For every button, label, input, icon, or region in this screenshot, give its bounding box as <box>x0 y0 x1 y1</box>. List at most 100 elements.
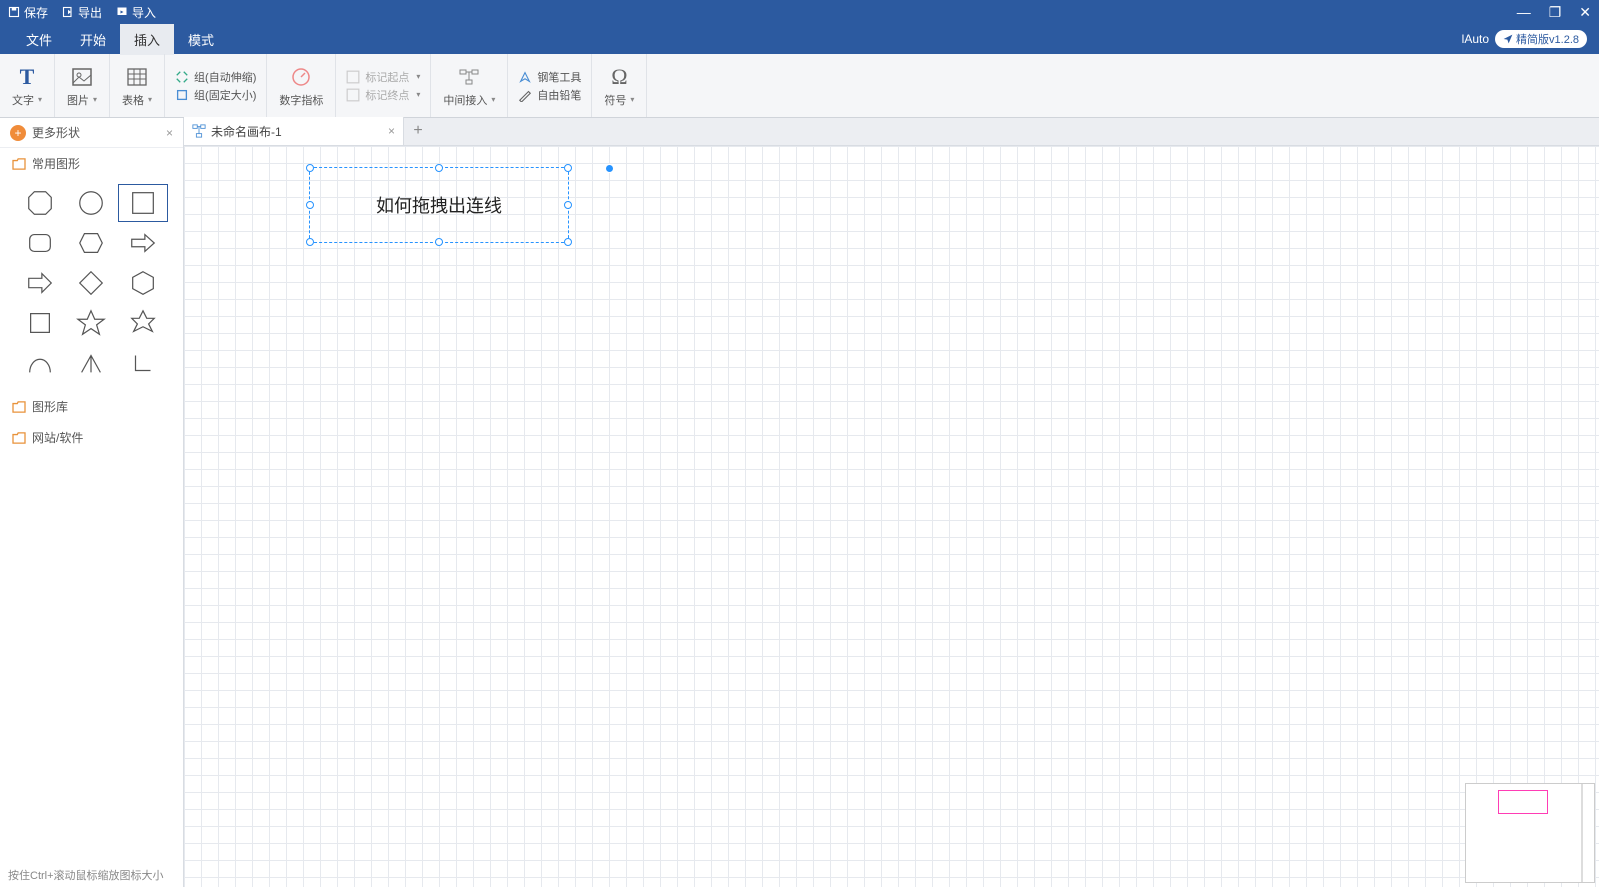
shape-rounded-rect[interactable] <box>16 225 64 261</box>
menu-start[interactable]: 开始 <box>66 24 120 55</box>
import-label: 导入 <box>132 4 156 21</box>
canvas[interactable]: 如何拖拽出连线 <box>184 146 1599 887</box>
resize-handle-bm[interactable] <box>435 238 443 246</box>
connection-handle[interactable] <box>605 164 614 173</box>
checkbox-icon <box>346 88 360 102</box>
group-fixed-button[interactable]: 组(固定大小) <box>175 87 256 103</box>
ribbon-mid-connect[interactable]: 中间接入▾ <box>431 54 508 117</box>
export-label: 导出 <box>78 4 102 21</box>
chevron-down-icon: ▾ <box>93 95 97 104</box>
resize-handle-bl[interactable] <box>306 238 314 246</box>
shape-diamond[interactable] <box>68 265 116 301</box>
folder-icon <box>12 158 26 170</box>
ribbon: T 文字▾ 图片▾ 表格▾ 组(自动伸缩) 组(固定大小) 数字指标 标记起点▾… <box>0 54 1599 118</box>
ribbon-symbol[interactable]: Ω 符号▾ <box>592 54 647 117</box>
more-shapes-label: 更多形状 <box>32 124 80 141</box>
shape-star5[interactable] <box>68 305 116 341</box>
menu-bar: 文件 开始 插入 模式 lAuto 精简版v1.2.8 <box>0 24 1599 54</box>
shape-arrow-block[interactable] <box>16 265 64 301</box>
shape-arrow-right-outline[interactable] <box>119 225 167 261</box>
sidebar: + 更多形状 × 常用图形 图形库 <box>0 118 184 887</box>
ribbon-num-indicator[interactable]: 数字指标 <box>267 54 336 117</box>
group-auto-button[interactable]: 组(自动伸缩) <box>175 69 256 85</box>
flowchart-icon <box>192 124 206 138</box>
chevron-down-icon: ▾ <box>416 90 420 99</box>
add-shape-button[interactable]: + <box>10 125 26 141</box>
menu-mode[interactable]: 模式 <box>174 24 228 55</box>
text-content[interactable]: 如何拖拽出连线 <box>310 168 568 242</box>
version-pill[interactable]: 精简版v1.2.8 <box>1495 30 1587 48</box>
minimap[interactable] <box>1465 783 1595 883</box>
shape-corner[interactable] <box>119 345 167 381</box>
minimap-scroll[interactable] <box>1582 784 1594 882</box>
window-controls: — ❐ ✕ <box>1517 4 1591 21</box>
shape-hexagon[interactable] <box>68 225 116 261</box>
chevron-down-icon: ▾ <box>491 95 495 104</box>
category-common[interactable]: 常用图形 <box>0 148 183 179</box>
ribbon-table[interactable]: 表格▾ <box>110 54 165 117</box>
pen-tool-button[interactable]: 钢笔工具 <box>518 69 581 85</box>
tab-label: 未命名画布-1 <box>211 123 282 140</box>
menu-insert[interactable]: 插入 <box>120 24 174 55</box>
close-button[interactable]: ✕ <box>1579 4 1591 21</box>
chevron-down-icon: ▾ <box>38 95 42 104</box>
save-button[interactable]: 保存 <box>8 4 48 21</box>
free-pencil-button[interactable]: 自由铅笔 <box>518 87 581 103</box>
title-bar: 保存 导出 导入 — ❐ ✕ <box>0 0 1599 24</box>
resize-handle-tm[interactable] <box>435 164 443 172</box>
shape-triangle-split[interactable] <box>68 345 116 381</box>
maximize-button[interactable]: ❐ <box>1549 4 1562 21</box>
sidebar-header: + 更多形状 × <box>0 118 183 148</box>
tab-close-button[interactable]: × <box>388 124 395 138</box>
ribbon-mark-options: 标记起点▾ 标记终点▾ <box>336 54 431 117</box>
brand-name: lAuto <box>1462 32 1489 46</box>
shape-rect-tall[interactable] <box>16 305 64 341</box>
resize-handle-ml[interactable] <box>306 201 314 209</box>
save-icon <box>8 6 20 18</box>
save-label: 保存 <box>24 4 48 21</box>
shape-star6[interactable] <box>119 305 167 341</box>
connect-icon <box>457 64 481 90</box>
category-library[interactable]: 图形库 <box>0 391 183 422</box>
tab-add-button[interactable]: + <box>404 117 432 145</box>
canvas-grid <box>184 146 1599 887</box>
resize-handle-tl[interactable] <box>306 164 314 172</box>
shape-hexagon-flat[interactable] <box>119 265 167 301</box>
import-icon <box>116 6 128 18</box>
version-label: 精简版v1.2.8 <box>1516 31 1579 47</box>
shape-octagon[interactable] <box>16 185 64 221</box>
brand: lAuto 精简版v1.2.8 <box>1462 30 1587 48</box>
category-web[interactable]: 网站/软件 <box>0 422 183 453</box>
tab-canvas-1[interactable]: 未命名画布-1 × <box>184 117 404 145</box>
checkbox-icon <box>346 70 360 84</box>
export-icon <box>62 6 74 18</box>
minimize-button[interactable]: — <box>1517 4 1531 21</box>
table-icon <box>125 64 149 90</box>
omega-icon: Ω <box>611 64 627 90</box>
ribbon-pen-options: 钢笔工具 自由铅笔 <box>508 54 592 117</box>
mark-start-button[interactable]: 标记起点▾ <box>346 69 420 85</box>
ribbon-image[interactable]: 图片▾ <box>55 54 110 117</box>
resize-handle-br[interactable] <box>564 238 572 246</box>
crop-icon <box>175 88 189 102</box>
export-button[interactable]: 导出 <box>62 4 102 21</box>
folder-icon <box>12 401 26 413</box>
tab-bar: 未命名画布-1 × + <box>184 118 1599 146</box>
resize-handle-tr[interactable] <box>564 164 572 172</box>
ribbon-text[interactable]: T 文字▾ <box>0 54 55 117</box>
mark-end-button[interactable]: 标记终点▾ <box>346 87 420 103</box>
import-button[interactable]: 导入 <box>116 4 156 21</box>
plane-icon <box>1503 34 1513 44</box>
minimap-viewport[interactable] <box>1498 790 1548 814</box>
menu-file[interactable]: 文件 <box>12 24 66 55</box>
shape-square[interactable] <box>119 185 167 221</box>
resize-handle-mr[interactable] <box>564 201 572 209</box>
sidebar-hint: 按住Ctrl+滚动鼠标缩放图标大小 <box>0 863 183 887</box>
shape-arch[interactable] <box>16 345 64 381</box>
sidebar-close-button[interactable]: × <box>166 126 173 140</box>
shape-circle[interactable] <box>68 185 116 221</box>
selected-text-box[interactable]: 如何拖拽出连线 <box>309 167 569 243</box>
chevron-down-icon: ▾ <box>148 95 152 104</box>
image-icon <box>70 64 94 90</box>
pencil-icon <box>518 88 532 102</box>
